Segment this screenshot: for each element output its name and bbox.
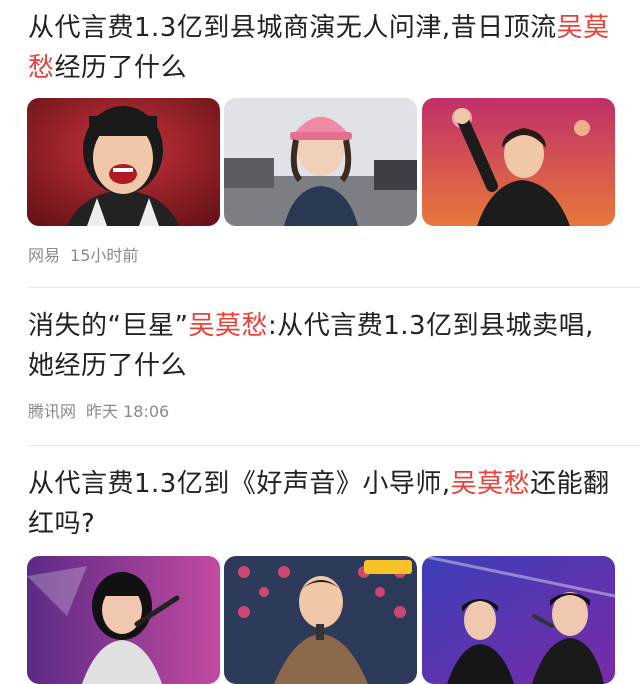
title-text-end: 经历了什么 <box>54 53 188 83</box>
thumbnail-image[interactable] <box>27 98 220 226</box>
thumbnail-image[interactable] <box>422 556 615 684</box>
article-meta: 腾讯网 昨天 18:06 <box>28 402 169 422</box>
article-time: 昨天 18:06 <box>86 402 170 421</box>
thumbnail-image[interactable] <box>422 98 615 226</box>
title-highlight: 吴莫愁 <box>188 311 268 341</box>
thumbnail-row <box>27 98 615 226</box>
article-title[interactable]: 消失的“巨星”吴莫愁:从代言费1.3亿到县城卖唱,她经历了什么 <box>28 306 618 386</box>
thumbnail-image[interactable] <box>224 98 417 226</box>
news-card[interactable]: 从代言费1.3亿到《好声音》小导师,吴莫愁还能翻红吗? <box>0 446 640 684</box>
thumbnail-image[interactable] <box>27 556 220 684</box>
title-highlight: 吴莫愁 <box>450 469 531 499</box>
news-card[interactable]: 从代言费1.3亿到县城商演无人问津,昔日顶流吴莫愁经历了什么 网易 15小时前 <box>0 0 640 288</box>
article-time: 15小时前 <box>70 246 139 265</box>
article-title[interactable]: 从代言费1.3亿到《好声音》小导师,吴莫愁还能翻红吗? <box>28 464 618 544</box>
thumbnail-image[interactable] <box>224 556 417 684</box>
news-card[interactable]: 消失的“巨星”吴莫愁:从代言费1.3亿到县城卖唱,她经历了什么 腾讯网 昨天 18… <box>0 288 640 446</box>
title-text: 从代言费1.3亿到县城商演无人问津,昔日顶流 <box>28 13 557 43</box>
title-text: 从代言费1.3亿到《好声音》小导师, <box>28 469 451 499</box>
article-meta: 网易 15小时前 <box>28 246 138 266</box>
news-feed: 从代言费1.3亿到县城商演无人问津,昔日顶流吴莫愁 经历了什么 网易 15小时前 … <box>0 0 640 684</box>
article-title[interactable]: 从代言费1.3亿到县城商演无人问津,昔日顶流吴莫愁经历了什么 <box>28 8 618 88</box>
thumbnail-row <box>27 556 615 684</box>
title-text: 消失的“巨星” <box>28 311 189 341</box>
article-source: 网易 <box>28 246 61 265</box>
article-source: 腾讯网 <box>28 402 77 421</box>
